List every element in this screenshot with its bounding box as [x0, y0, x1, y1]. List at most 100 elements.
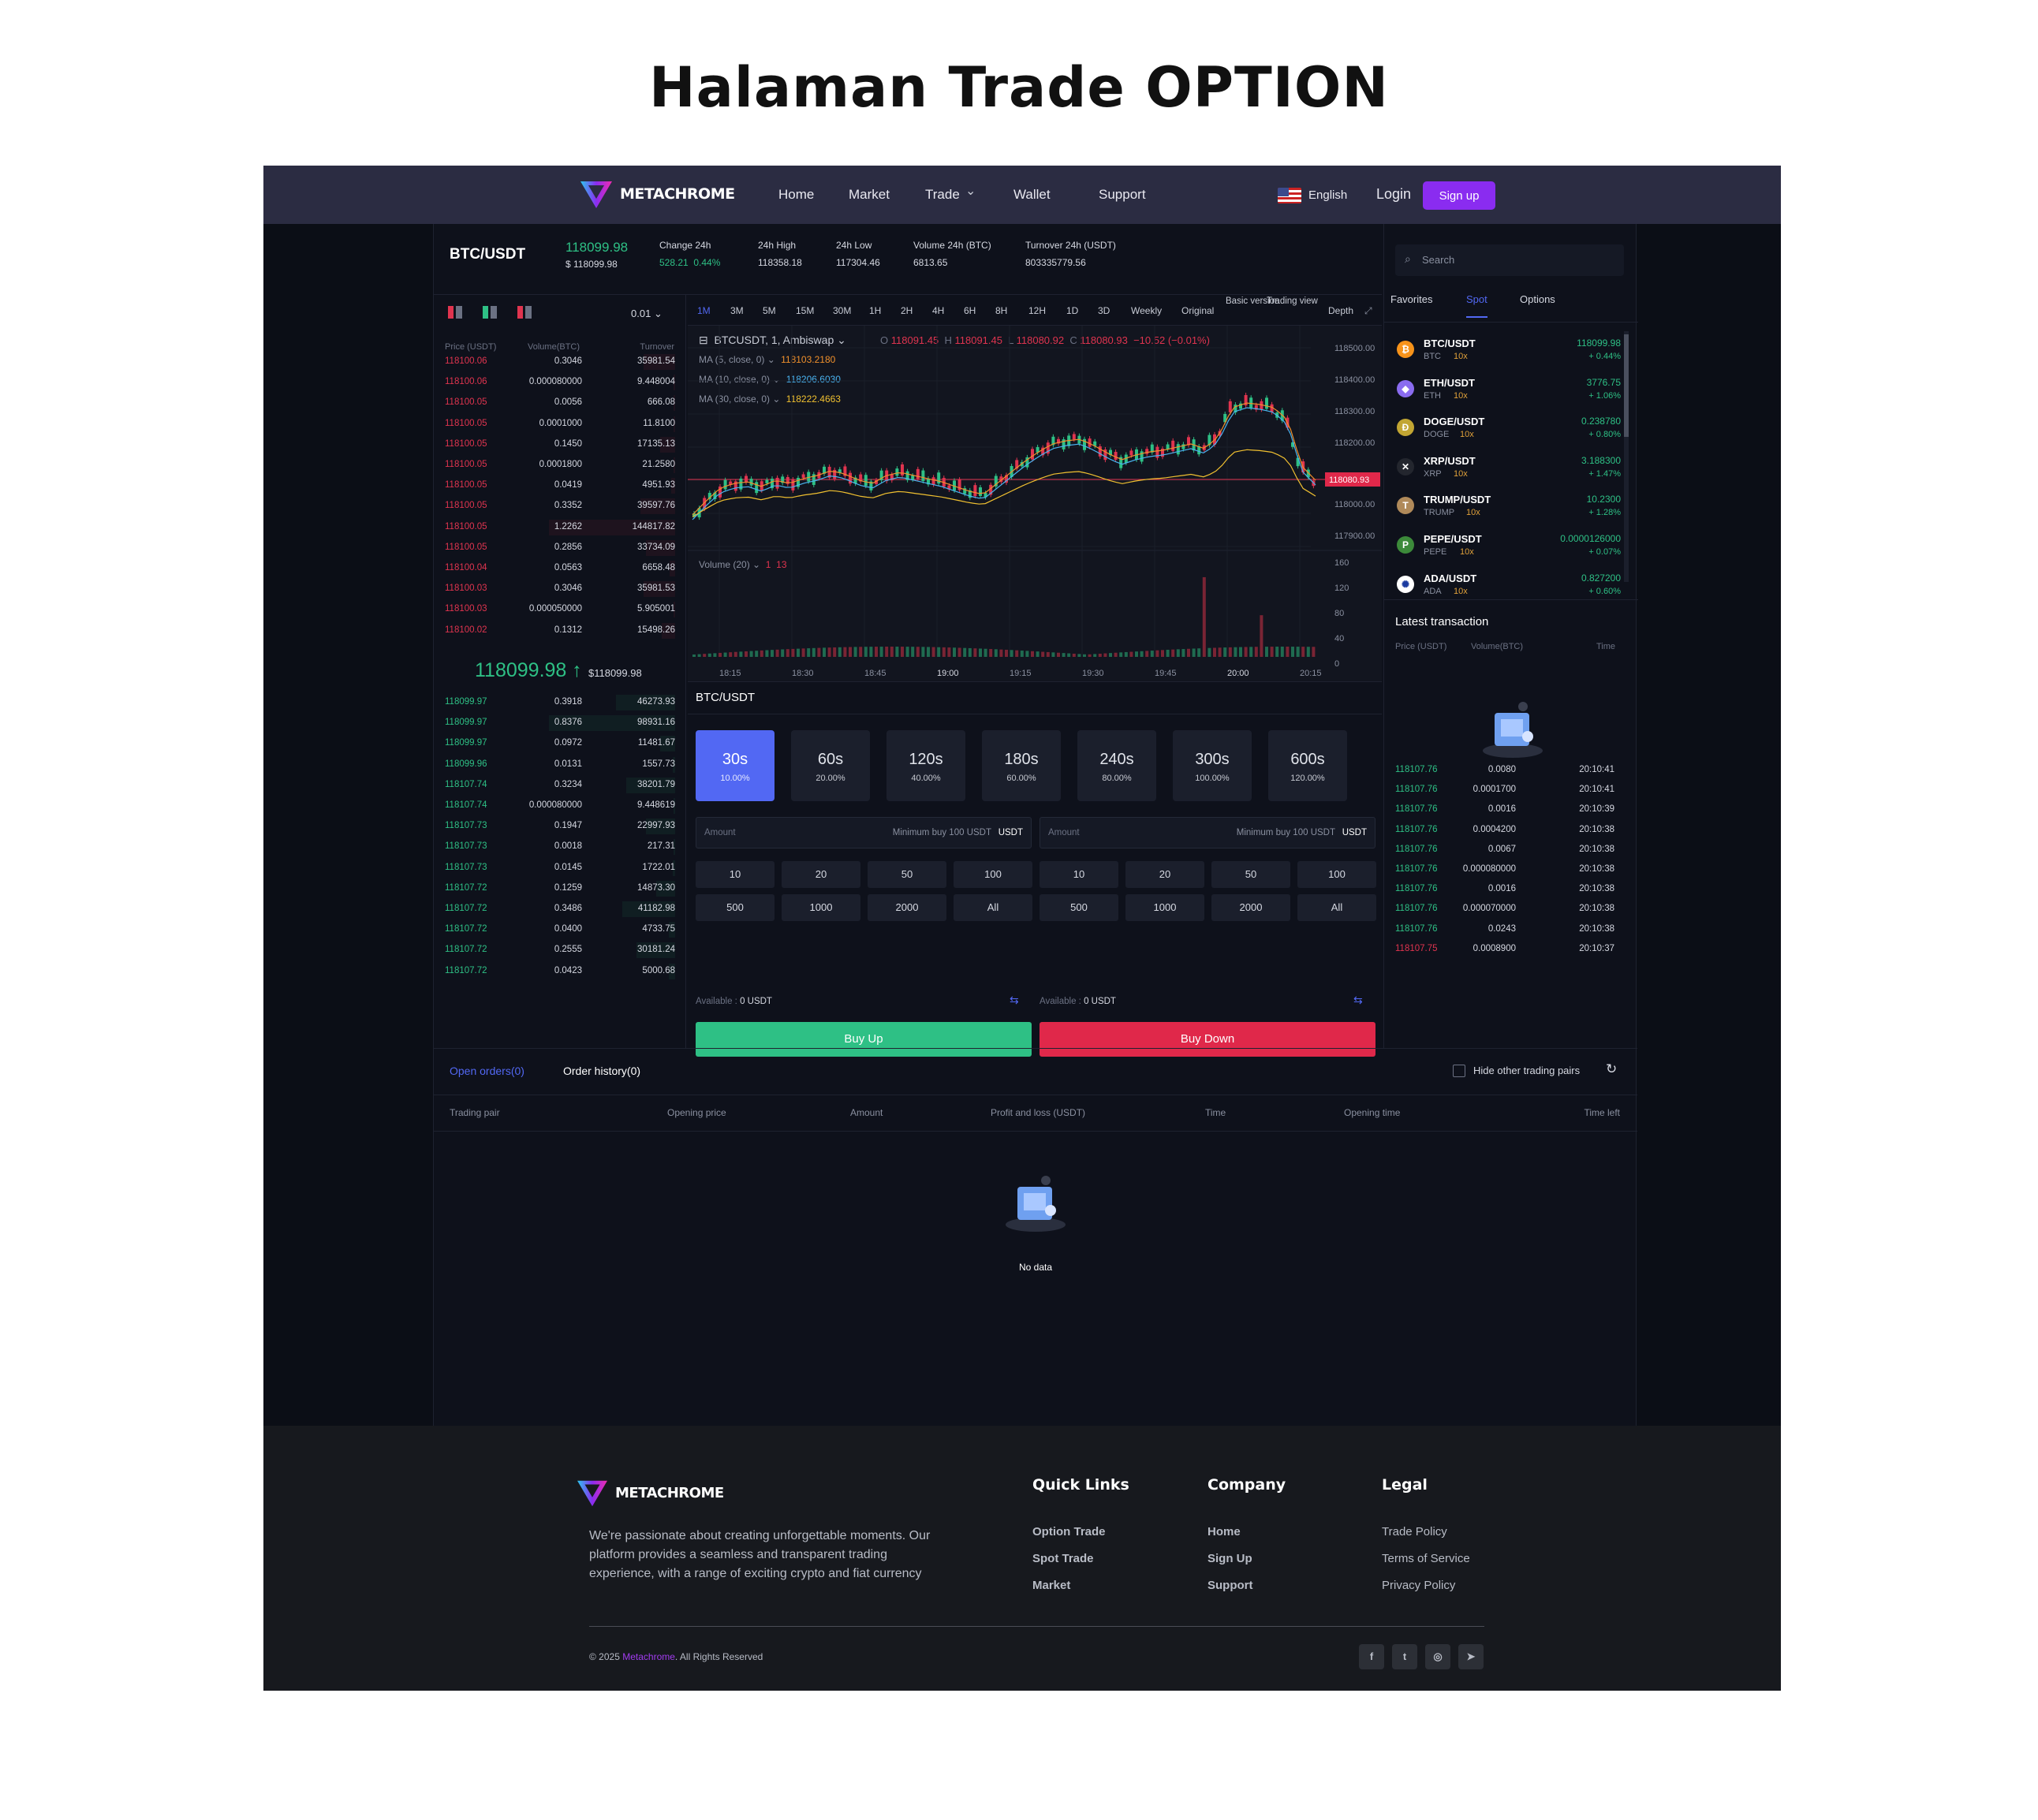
quick-amount-10[interactable]: 10	[696, 861, 775, 888]
duration-option-180s[interactable]: 180s 60.00%	[982, 730, 1061, 801]
market-scrollbar[interactable]	[1624, 331, 1629, 582]
fullscreen-icon[interactable]: ⤢	[1364, 305, 1372, 317]
orderbook-row[interactable]: 118100.06 0.3046 35981.54	[434, 352, 686, 372]
orderbook-row[interactable]: 118107.72 0.0400 4733.75	[434, 919, 686, 940]
facebook-icon[interactable]: f	[1359, 1644, 1384, 1669]
signup-button[interactable]: Sign up	[1423, 181, 1495, 210]
quick-amount-10[interactable]: 10	[1040, 861, 1118, 888]
swap-icon[interactable]: ⇆	[1353, 994, 1363, 1007]
timeframe-30m[interactable]: 30M	[833, 305, 851, 316]
amount-input-up[interactable]: Amount Minimum buy 100 USDT USDT	[696, 817, 1032, 848]
orderbook-row[interactable]: 118100.05 0.0001800 21.2580	[434, 455, 686, 476]
orderbook-row[interactable]: 118100.02 0.1312 15498.26	[434, 621, 686, 641]
orderbook-row[interactable]: 118099.96 0.0131 1557.73	[434, 755, 686, 775]
timeframe-12h[interactable]: 12H	[1028, 305, 1046, 316]
footer-link[interactable]: Support	[1207, 1579, 1253, 1592]
duration-option-60s[interactable]: 60s 20.00%	[791, 730, 870, 801]
orderbook-row[interactable]: 118100.05 0.2856 33734.09	[434, 538, 686, 558]
quick-amount-20[interactable]: 20	[782, 861, 860, 888]
orderbook-row[interactable]: 118107.73 0.0145 1722.01	[434, 858, 686, 878]
timeframe-weekly[interactable]: Weekly	[1131, 305, 1162, 316]
timeframe-15m[interactable]: 15M	[796, 305, 814, 316]
footer-link[interactable]: Home	[1207, 1525, 1241, 1538]
footer-link[interactable]: Sign Up	[1207, 1552, 1252, 1565]
chevron-down-icon[interactable]: ⌄	[965, 183, 976, 199]
orderbook-row[interactable]: 118100.06 0.000080000 9.448004	[434, 372, 686, 393]
view-both-icon[interactable]	[448, 306, 462, 319]
quick-amount-100[interactable]: 100	[954, 861, 1032, 888]
timeframe-2h[interactable]: 2H	[901, 305, 913, 316]
footer-link[interactable]: Market	[1032, 1579, 1070, 1592]
timeframe-8h[interactable]: 8H	[995, 305, 1007, 316]
orderbook-row[interactable]: 118100.03 0.000050000 5.905001	[434, 599, 686, 620]
orderbook-row[interactable]: 118099.97 0.3918 46273.93	[434, 692, 686, 713]
twitter-icon[interactable]: t	[1392, 1644, 1417, 1669]
quick-amount-100[interactable]: 100	[1297, 861, 1376, 888]
quick-amount-20[interactable]: 20	[1125, 861, 1204, 888]
timeframe-1d[interactable]: 1D	[1066, 305, 1078, 316]
timeframe-depth[interactable]: Depth	[1328, 305, 1353, 316]
duration-option-600s[interactable]: 600s 120.00%	[1268, 730, 1347, 801]
login-link[interactable]: Login	[1376, 186, 1411, 203]
market-item-doge[interactable]: Ð DOGE/USDT DOGE 10x 0.238780 + 0.80%	[1384, 409, 1629, 449]
quick-amount-50[interactable]: 50	[1211, 861, 1290, 888]
view-asks-icon[interactable]	[517, 306, 532, 319]
market-item-trump[interactable]: T TRUMP/USDT TRUMP 10x 10.2300 + 1.28%	[1384, 487, 1629, 527]
orderbook-row[interactable]: 118107.74 0.000080000 9.448619	[434, 796, 686, 816]
timeframe-3m[interactable]: 3M	[730, 305, 744, 316]
brand-logo[interactable]: METACHROME	[579, 178, 735, 210]
telegram-icon[interactable]: ➤	[1458, 1644, 1484, 1669]
orderbook-row[interactable]: 118100.05 0.3352 39597.76	[434, 496, 686, 517]
swap-icon[interactable]: ⇆	[1010, 994, 1019, 1007]
chart-canvas[interactable]: ⊟ BTCUSDT, 1, Ambiswap ⌄ O 118091.45 H 1…	[688, 325, 1382, 681]
nav-market[interactable]: Market	[849, 187, 890, 203]
footer-link[interactable]: Trade Policy	[1382, 1525, 1447, 1538]
orderbook-row[interactable]: 118100.05 0.0419 4951.93	[434, 476, 686, 496]
view-bids-icon[interactable]	[483, 306, 497, 319]
footer-link[interactable]: Terms of Service	[1382, 1552, 1470, 1565]
orderbook-row[interactable]: 118100.05 0.1450 17135.13	[434, 434, 686, 455]
precision-select[interactable]: 0.01 ⌄	[631, 308, 663, 320]
duration-option-30s[interactable]: 30s 10.00%	[696, 730, 775, 801]
timeframe-original[interactable]: Original	[1181, 305, 1214, 316]
orderbook-row[interactable]: 118099.97 0.8376 98931.16	[434, 713, 686, 733]
timeframe-4h[interactable]: 4H	[932, 305, 944, 316]
quick-amount-500[interactable]: 500	[1040, 894, 1118, 921]
orderbook-row[interactable]: 118100.05 0.0056 666.08	[434, 393, 686, 413]
tab-order-history[interactable]: Order history(0)	[563, 1065, 640, 1077]
nav-trade[interactable]: Trade	[925, 187, 960, 203]
market-item-eth[interactable]: ◆ ETH/USDT ETH 10x 3776.75 + 1.06%	[1384, 371, 1629, 410]
tab-favorites[interactable]: Favorites	[1390, 293, 1432, 305]
quick-amount-all[interactable]: All	[1297, 894, 1376, 921]
nav-wallet[interactable]: Wallet	[1013, 187, 1051, 203]
orderbook-row[interactable]: 118107.72 0.1259 14873.30	[434, 878, 686, 899]
tab-open-orders[interactable]: Open orders(0)	[450, 1065, 524, 1077]
orderbook-row[interactable]: 118107.72 0.2555 30181.24	[434, 940, 686, 960]
timeframe-1m[interactable]: 1M	[697, 305, 711, 316]
nav-home[interactable]: Home	[778, 187, 814, 203]
quick-amount-2000[interactable]: 2000	[868, 894, 946, 921]
duration-option-240s[interactable]: 240s 80.00%	[1077, 730, 1156, 801]
search-input[interactable]: ⌕ Search	[1395, 244, 1624, 276]
quick-amount-2000[interactable]: 2000	[1211, 894, 1290, 921]
quick-amount-500[interactable]: 500	[696, 894, 775, 921]
tab-spot[interactable]: Spot	[1466, 293, 1487, 318]
market-item-btc[interactable]: ₿ BTC/USDT BTC 10x 118099.98 + 0.44%	[1384, 331, 1629, 371]
timeframe-6h[interactable]: 6H	[964, 305, 976, 316]
orderbook-row[interactable]: 118107.72 0.0423 5000.68	[434, 961, 686, 982]
quick-amount-all[interactable]: All	[954, 894, 1032, 921]
instagram-icon[interactable]: ◎	[1425, 1644, 1450, 1669]
orderbook-row[interactable]: 118107.74 0.3234 38201.79	[434, 775, 686, 796]
us-flag-icon[interactable]	[1278, 188, 1301, 203]
footer-logo[interactable]: METACHROME	[576, 1478, 724, 1508]
hide-pairs-checkbox[interactable]	[1453, 1065, 1465, 1077]
timeframe-1h[interactable]: 1H	[869, 305, 881, 316]
orderbook-row[interactable]: 118099.97 0.0972 11481.67	[434, 733, 686, 754]
orderbook-row[interactable]: 118100.05 0.0001000 11.8100	[434, 414, 686, 434]
timeframe-5m[interactable]: 5M	[763, 305, 776, 316]
market-item-pepe[interactable]: P PEPE/USDT PEPE 10x 0.0000126000 + 0.07%	[1384, 527, 1629, 566]
orderbook-row[interactable]: 118107.73 0.0018 217.31	[434, 837, 686, 857]
duration-option-120s[interactable]: 120s 40.00%	[886, 730, 965, 801]
orderbook-row[interactable]: 118100.05 1.2262 144817.82	[434, 517, 686, 538]
timeframe-trading-view[interactable]: Trading view	[1267, 296, 1318, 306]
